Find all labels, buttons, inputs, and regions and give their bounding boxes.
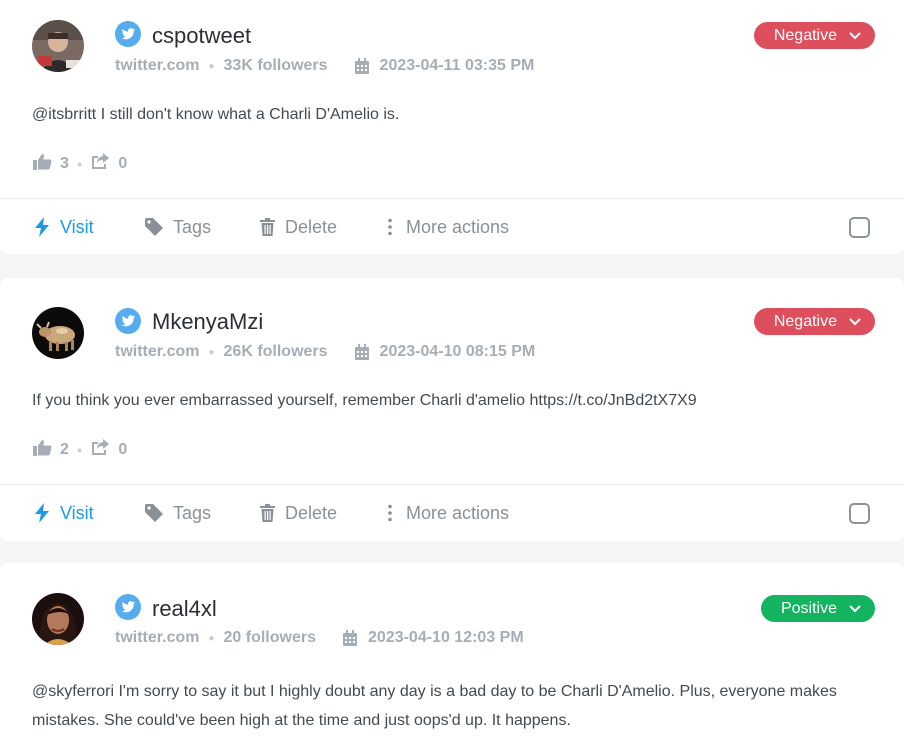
delete-button[interactable]: Delete — [260, 199, 337, 255]
sentiment-dropdown[interactable]: Positive — [760, 595, 875, 622]
calendar-icon — [342, 629, 358, 647]
avatar[interactable] — [32, 593, 84, 645]
chevron-down-icon — [849, 31, 861, 40]
share-icon — [90, 152, 110, 175]
author-name[interactable]: cspotweet — [152, 23, 251, 49]
tags-button[interactable]: Tags — [145, 485, 211, 541]
post-meta: twitter.com ● 33K followers 2023-04-11 0… — [115, 57, 534, 75]
share-icon — [90, 438, 110, 461]
more-vertical-icon — [388, 218, 392, 236]
more-actions-label: More actions — [406, 502, 510, 523]
post-meta: twitter.com ● 20 followers 2023-04-10 12… — [115, 629, 524, 647]
twitter-icon — [115, 21, 141, 47]
card-actions: Visit Tags Delete More actions — [0, 484, 904, 540]
bolt-icon — [34, 217, 50, 237]
sentiment-dropdown[interactable]: Negative — [753, 308, 875, 335]
trash-icon — [260, 218, 275, 236]
post-text: @itsbrritt I still don't know what a Cha… — [32, 106, 400, 123]
select-checkbox[interactable] — [849, 503, 870, 524]
card-actions: Visit Tags Delete More actions — [0, 198, 904, 254]
more-vertical-icon — [388, 504, 392, 522]
separator-dot: ● — [208, 60, 215, 72]
sentiment-dropdown[interactable]: Negative — [753, 22, 875, 49]
select-checkbox[interactable] — [849, 217, 870, 238]
trash-icon — [260, 504, 275, 522]
tags-label: Tags — [173, 502, 212, 523]
source-domain[interactable]: twitter.com — [115, 57, 199, 75]
separator-dot: ● — [76, 444, 83, 455]
thumbs-up-icon — [33, 439, 52, 461]
post-datetime: 2023-04-11 03:35 PM — [379, 57, 535, 74]
delete-label: Delete — [285, 216, 338, 237]
delete-button[interactable]: Delete — [260, 485, 337, 541]
delete-label: Delete — [285, 502, 338, 523]
followers-count: 20 followers — [223, 629, 316, 646]
shares-count: 0 — [118, 440, 128, 458]
source-domain[interactable]: twitter.com — [115, 629, 199, 647]
mention-card: real4xl twitter.com ● 20 followers 2023-… — [0, 563, 904, 745]
source-domain[interactable]: twitter.com — [115, 343, 199, 361]
post-text: @skyferrori I'm sorry to say it but I hi… — [32, 683, 837, 729]
sentiment-label: Negative — [773, 26, 837, 44]
likes-count: 2 — [60, 440, 69, 458]
post-datetime: 2023-04-10 08:15 PM — [379, 343, 536, 360]
sentiment-label: Negative — [773, 312, 837, 330]
shares-count: 0 — [118, 154, 128, 172]
chevron-down-icon — [849, 317, 861, 326]
post-datetime: 2023-04-10 12:03 PM — [368, 629, 524, 646]
more-actions-button[interactable]: More actions — [388, 199, 509, 255]
followers-count: 33K followers — [223, 57, 328, 74]
engagement-stats: 3 ● 0 — [33, 152, 127, 175]
bolt-icon — [34, 503, 50, 523]
post-meta: twitter.com ● 26K followers 2023-04-10 0… — [115, 343, 535, 361]
post-text: If you think you ever embarrassed yourse… — [32, 392, 697, 409]
tags-button[interactable]: Tags — [145, 199, 211, 255]
separator-dot: ● — [208, 346, 215, 358]
avatar[interactable] — [32, 20, 84, 72]
chevron-down-icon — [849, 604, 861, 613]
thumbs-up-icon — [33, 153, 52, 175]
twitter-icon — [115, 308, 141, 334]
visit-button[interactable]: Visit — [34, 485, 94, 541]
separator-dot: ● — [208, 632, 215, 644]
visit-label: Visit — [60, 216, 94, 237]
author-name[interactable]: real4xl — [152, 596, 217, 622]
followers-count: 26K followers — [223, 343, 328, 360]
more-actions-label: More actions — [406, 216, 510, 237]
likes-count: 3 — [60, 154, 69, 172]
twitter-icon — [115, 594, 141, 620]
avatar[interactable] — [32, 307, 84, 359]
tag-icon — [145, 218, 163, 236]
calendar-icon — [354, 343, 370, 361]
tags-label: Tags — [173, 216, 212, 237]
mention-card: cspotweet twitter.com ● 33K followers 20… — [0, 0, 904, 254]
mentions-feed: cspotweet twitter.com ● 33K followers 20… — [0, 0, 904, 745]
more-actions-button[interactable]: More actions — [388, 485, 509, 541]
sentiment-label: Positive — [780, 599, 837, 617]
engagement-stats: 2 ● 0 — [33, 438, 127, 461]
separator-dot: ● — [76, 158, 83, 169]
visit-label: Visit — [60, 502, 94, 523]
tag-icon — [145, 504, 163, 522]
calendar-icon — [354, 57, 370, 75]
visit-button[interactable]: Visit — [34, 199, 94, 255]
author-name[interactable]: MkenyaMzi — [152, 309, 263, 335]
mention-card: MkenyaMzi twitter.com ● 26K followers 20… — [0, 278, 904, 541]
